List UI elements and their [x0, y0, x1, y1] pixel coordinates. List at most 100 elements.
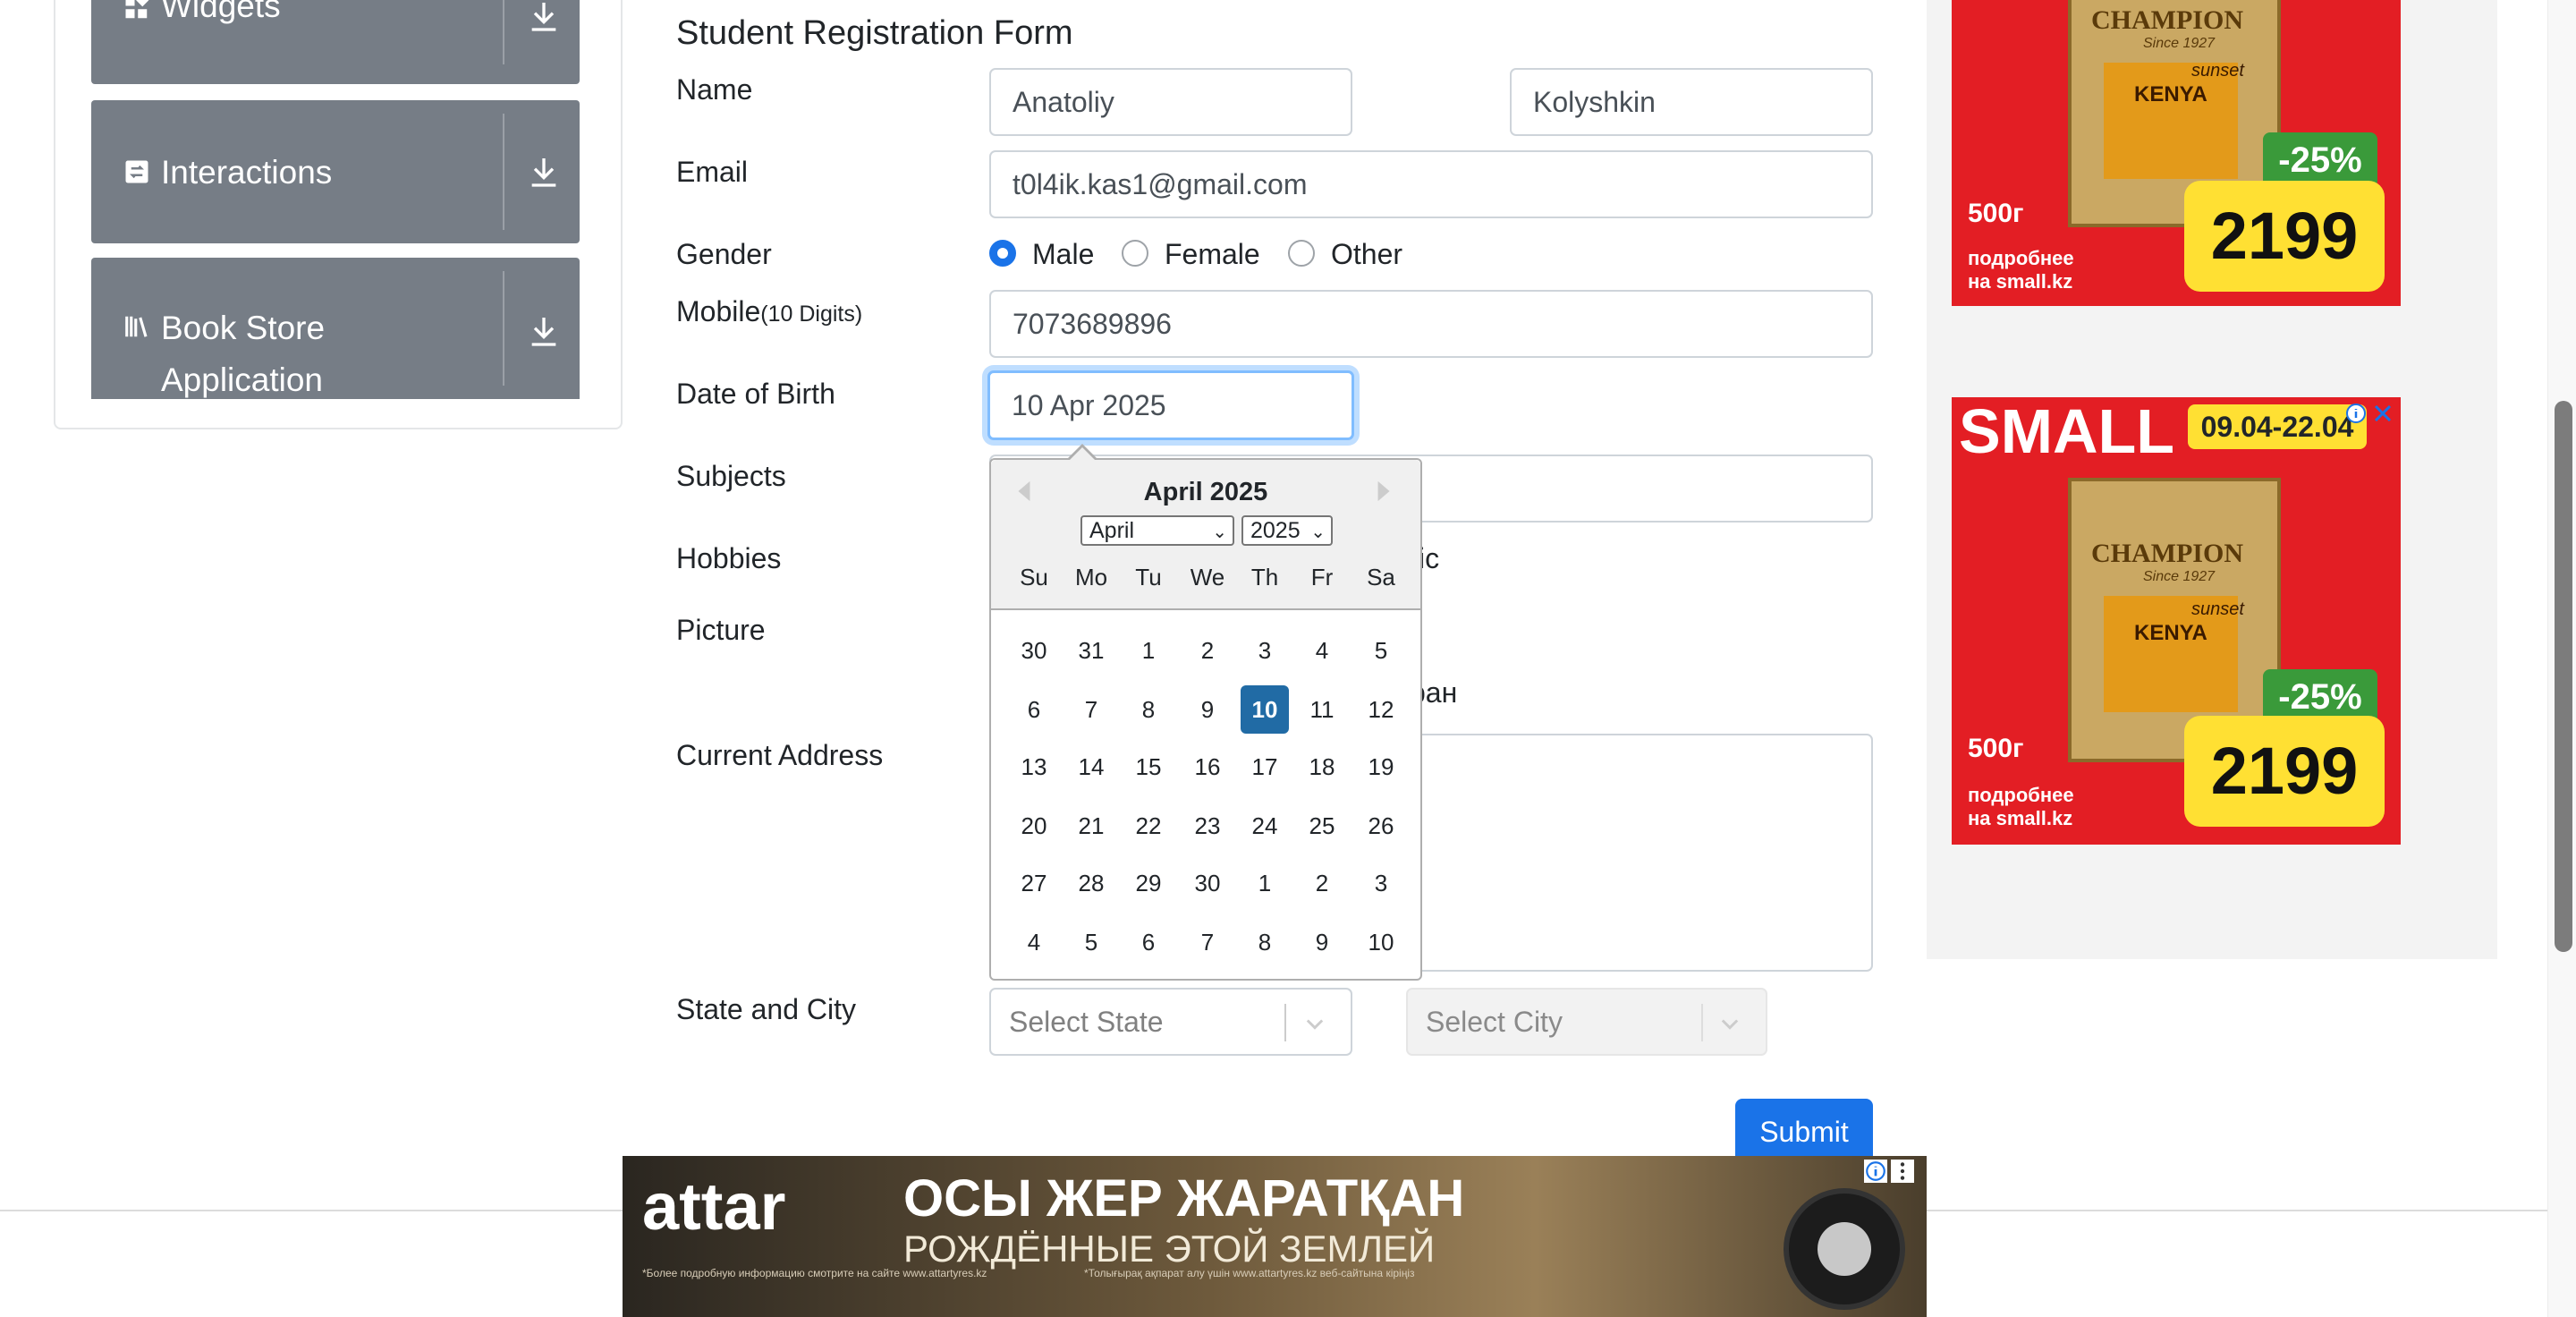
calendar-day[interactable]: 5: [1067, 918, 1115, 966]
calendar-day[interactable]: 6: [1124, 918, 1173, 966]
origin-text: KENYA: [2134, 621, 2207, 645]
calendar-day[interactable]: 6: [1010, 685, 1058, 734]
calendar-day[interactable]: 8: [1241, 918, 1289, 966]
calendar-day[interactable]: 3: [1357, 859, 1405, 907]
calendar-day[interactable]: 17: [1241, 743, 1289, 791]
dob-input[interactable]: 10 Apr 2025: [987, 370, 1354, 440]
gender-other-label[interactable]: Other: [1331, 238, 1402, 271]
price-tag: 2199: [2184, 181, 2385, 292]
calendar-day[interactable]: 1: [1124, 626, 1173, 675]
banner-subline: РОЖДЁННЫЕ ЭТОЙ ЗЕМЛЕЙ: [903, 1228, 1436, 1270]
calendar-day[interactable]: 10: [1241, 685, 1289, 734]
ad-close-icon[interactable]: [2372, 403, 2394, 424]
wheel-rim: [1818, 1222, 1871, 1276]
ad-menu-icon[interactable]: [1891, 1160, 1914, 1183]
calendar-day[interactable]: 2: [1298, 859, 1346, 907]
banner-fineprint: *Более подробную информацию смотрите на …: [642, 1267, 987, 1279]
price-tag: 2199: [2184, 716, 2385, 827]
calendar-day[interactable]: 9: [1298, 918, 1346, 966]
calendar-day[interactable]: 10: [1357, 918, 1405, 966]
calendar-day[interactable]: 30: [1010, 626, 1058, 675]
ad-champion-2[interactable]: SMALL 09.04-22.04 CHAMPION Since 1927 KE…: [1952, 397, 2401, 845]
sidebar-group-book-store[interactable]: Book Store Application: [91, 258, 580, 399]
calendar-day[interactable]: 28: [1067, 859, 1115, 907]
book-store-icon: [125, 316, 148, 337]
gender-female-label[interactable]: Female: [1165, 238, 1260, 271]
next-month-icon[interactable]: [1376, 480, 1394, 503]
email-input[interactable]: t0l4ik.kas1@gmail.com: [989, 150, 1873, 218]
calendar-day[interactable]: 30: [1183, 859, 1232, 907]
calendar-day[interactable]: 24: [1241, 802, 1289, 850]
calendar-day[interactable]: 23: [1183, 802, 1232, 850]
calendar-day[interactable]: 8: [1124, 685, 1173, 734]
calendar-day[interactable]: 15: [1124, 743, 1173, 791]
weight-text: 500г: [1968, 199, 2024, 228]
download-icon[interactable]: [526, 0, 562, 34]
more-text: подробнее: [1968, 784, 2074, 806]
ad-banner-attar[interactable]: attar ОСЫ ЖЕР ЖАРАТҚАН РОЖДЁННЫЕ ЭТОЙ ЗЕ…: [623, 1156, 1927, 1317]
banner-brand: attar: [642, 1169, 786, 1244]
ad-info-icon[interactable]: [2345, 403, 2367, 424]
chevron-down-icon[interactable]: [1717, 1011, 1742, 1036]
calendar-day[interactable]: 7: [1067, 685, 1115, 734]
divider: [503, 114, 504, 230]
gender-male-radio[interactable]: [989, 240, 1016, 267]
calendar-day[interactable]: 18: [1298, 743, 1346, 791]
calendar-day[interactable]: 13: [1010, 743, 1058, 791]
brand-text: CHAMPION: [2091, 5, 2243, 35]
interactions-icon: [125, 160, 148, 183]
calendar-day[interactable]: 4: [1298, 626, 1346, 675]
origin-text: KENYA: [2134, 82, 2207, 106]
calendar-day[interactable]: 19: [1357, 743, 1405, 791]
calendar-day[interactable]: 3: [1241, 626, 1289, 675]
email-label: Email: [676, 156, 749, 188]
mobile-input[interactable]: 7073689896: [989, 290, 1873, 358]
gender-female-radio[interactable]: [1122, 240, 1148, 267]
dates-badge: 09.04-22.04: [2188, 404, 2367, 449]
last-name-input[interactable]: Kolyshkin: [1510, 68, 1873, 136]
year-select[interactable]: 2025 ⌄: [1241, 515, 1333, 546]
calendar-day[interactable]: 22: [1124, 802, 1173, 850]
month-select[interactable]: April ⌄: [1080, 515, 1234, 546]
calendar-day[interactable]: 5: [1357, 626, 1405, 675]
calendar-day[interactable]: 2: [1183, 626, 1232, 675]
divider: [503, 271, 504, 386]
gender-other-radio[interactable]: [1288, 240, 1315, 267]
calendar-day[interactable]: 12: [1357, 685, 1405, 734]
submit-button[interactable]: Submit: [1735, 1099, 1873, 1165]
gender-male-label[interactable]: Male: [1032, 238, 1094, 271]
calendar-day[interactable]: 26: [1357, 802, 1405, 850]
calendar-day[interactable]: 16: [1183, 743, 1232, 791]
calendar-day[interactable]: 7: [1183, 918, 1232, 966]
download-icon[interactable]: [526, 313, 562, 349]
calendar-day[interactable]: 27: [1010, 859, 1058, 907]
divider: [503, 0, 504, 64]
calendar-day[interactable]: 1: [1241, 859, 1289, 907]
calendar-day[interactable]: 31: [1067, 626, 1115, 675]
download-icon[interactable]: [526, 154, 562, 190]
state-city-label: State and City: [676, 993, 856, 1025]
scrollbar-thumb[interactable]: [2555, 401, 2572, 952]
calendar-day[interactable]: 29: [1124, 859, 1173, 907]
calendar-day[interactable]: 14: [1067, 743, 1115, 791]
first-name-input[interactable]: Anatoliy: [989, 68, 1352, 136]
calendar-day[interactable]: 4: [1010, 918, 1058, 966]
calendar-day[interactable]: 21: [1067, 802, 1115, 850]
state-select[interactable]: Select State: [989, 988, 1352, 1056]
city-select[interactable]: Select City: [1406, 988, 1767, 1056]
discount-badge: -25%: [2263, 132, 2377, 188]
calendar-day[interactable]: 20: [1010, 802, 1058, 850]
sidebar-group-interactions[interactable]: Interactions: [91, 100, 580, 243]
city-placeholder: Select City: [1426, 1006, 1563, 1038]
site-text: на small.kz: [1968, 807, 2073, 829]
calendar-day[interactable]: 9: [1183, 685, 1232, 734]
ad-champion-1[interactable]: CHAMPION Since 1927 KENYA sunset -25% 21…: [1952, 0, 2401, 306]
sunset-text: sunset: [2191, 599, 2244, 619]
divider: [1701, 1004, 1703, 1041]
sidebar-group-widgets[interactable]: Widgets: [91, 0, 580, 84]
mobile-label-text: Mobile: [676, 295, 761, 327]
ad-info-icon[interactable]: [1864, 1160, 1887, 1183]
calendar-day[interactable]: 11: [1298, 685, 1346, 734]
calendar-day[interactable]: 25: [1298, 802, 1346, 850]
chevron-down-icon[interactable]: [1302, 1011, 1327, 1036]
